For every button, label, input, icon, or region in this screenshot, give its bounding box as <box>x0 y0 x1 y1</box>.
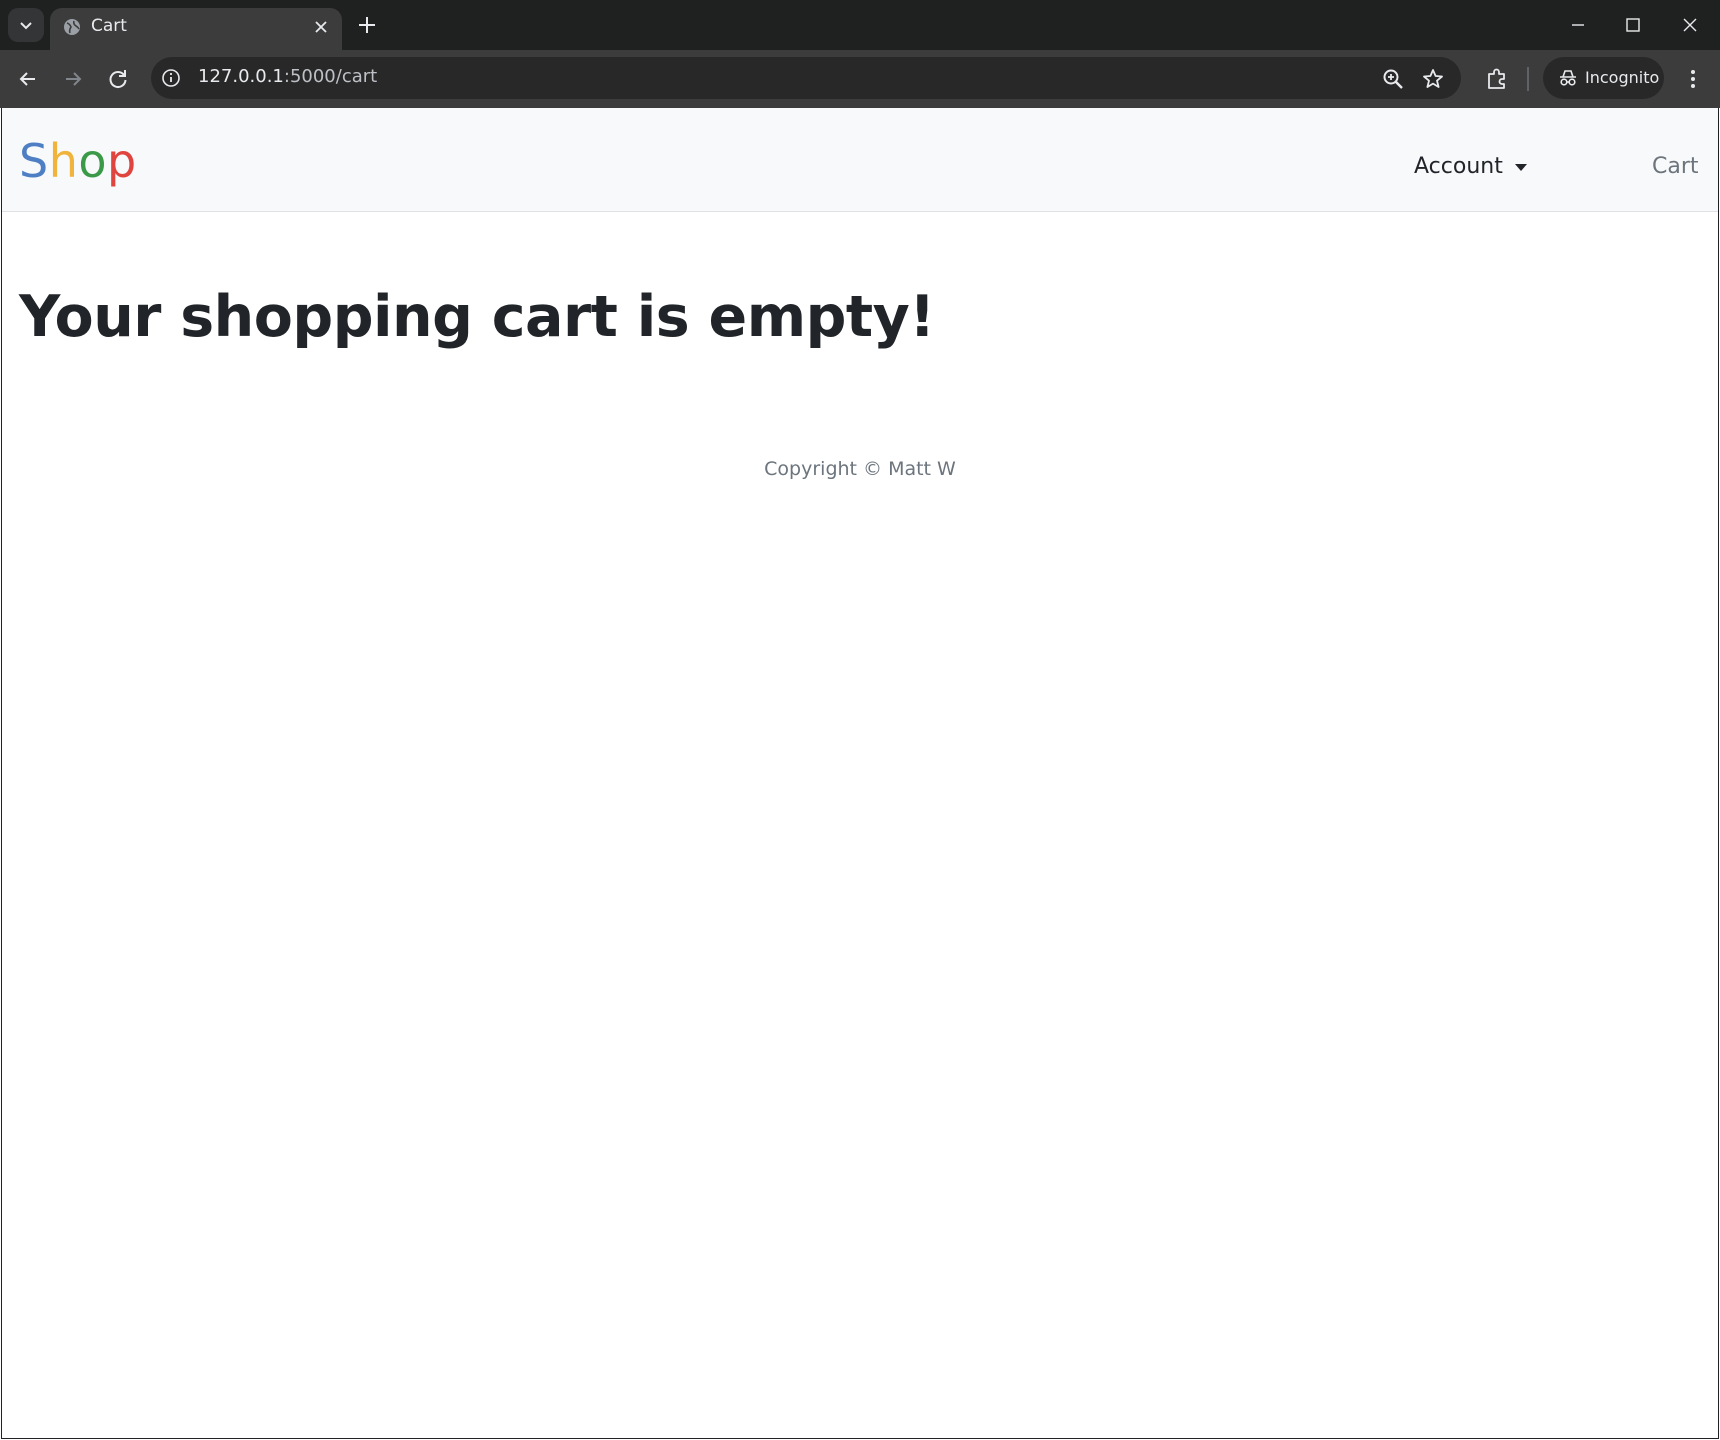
brand-letter: h <box>48 134 79 188</box>
site-navbar: Shop Account Cart <box>2 108 1718 212</box>
url-text: 127.0.0.1:5000/cart <box>198 66 377 87</box>
incognito-icon <box>1560 70 1576 86</box>
zoom-in-icon[interactable] <box>1381 67 1405 91</box>
incognito-label: Incognito <box>1585 68 1660 87</box>
brand-letter: p <box>107 134 137 188</box>
maximize-icon[interactable] <box>1620 12 1646 38</box>
arrow-right-icon[interactable] <box>60 66 86 92</box>
incognito-button[interactable]: Incognito <box>1543 57 1664 99</box>
puzzle-icon[interactable] <box>1484 66 1510 92</box>
account-label: Account <box>1414 154 1503 179</box>
chevron-down-icon <box>20 22 32 30</box>
browser-toolbar: 127.0.0.1:5000/cart Incognito <box>0 50 1720 108</box>
star-icon[interactable] <box>1421 67 1445 91</box>
brand-letter: S <box>19 134 49 188</box>
browser-tab[interactable]: Cart <box>50 8 342 50</box>
more-vertical-icon[interactable] <box>1680 65 1706 93</box>
footer-copyright: Copyright © Matt W <box>764 458 956 480</box>
browser-titlebar: Cart <box>0 0 1720 50</box>
brand-letter: o <box>78 134 108 188</box>
minimize-icon[interactable] <box>1565 12 1591 38</box>
account-dropdown[interactable]: Account <box>1414 154 1527 179</box>
url-host: 127.0.0.1 <box>198 66 284 87</box>
toolbar-separator <box>1527 67 1529 91</box>
page-title: Your shopping cart is empty! <box>19 284 935 350</box>
globe-icon <box>64 19 80 35</box>
plus-icon[interactable] <box>355 13 379 37</box>
tab-title: Cart <box>91 16 127 36</box>
tab-list-button[interactable] <box>8 8 44 42</box>
address-bar[interactable]: 127.0.0.1:5000/cart <box>151 57 1461 99</box>
window-close-icon[interactable] <box>1677 12 1703 38</box>
page-viewport: Shop Account Cart Your shopping cart is … <box>1 108 1719 1439</box>
reload-icon[interactable] <box>105 66 131 92</box>
arrow-left-icon[interactable] <box>15 66 41 92</box>
close-icon[interactable] <box>310 16 332 38</box>
brand-logo[interactable]: Shop <box>19 136 137 186</box>
cart-link[interactable]: Cart <box>1652 154 1699 179</box>
url-path: :5000/cart <box>283 66 378 87</box>
caret-down-icon <box>1514 164 1527 171</box>
info-icon[interactable] <box>160 67 182 89</box>
